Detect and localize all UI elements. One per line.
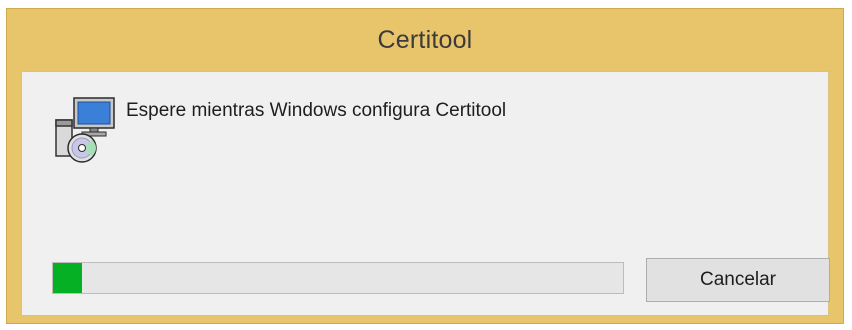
window-title: Certitool [377, 25, 473, 54]
windows-installer-icon [52, 94, 124, 166]
cancel-button[interactable]: Cancelar [646, 258, 830, 302]
title-bar[interactable]: Certitool [7, 9, 843, 71]
status-message: Espere mientras Windows configura Certit… [126, 100, 507, 121]
dialog-body: Espere mientras Windows configura Certit… [21, 71, 830, 316]
progress-bar-fill [53, 263, 82, 293]
progress-bar [52, 262, 624, 294]
installer-window: Certitool Espere mientras Windows config… [6, 8, 844, 324]
